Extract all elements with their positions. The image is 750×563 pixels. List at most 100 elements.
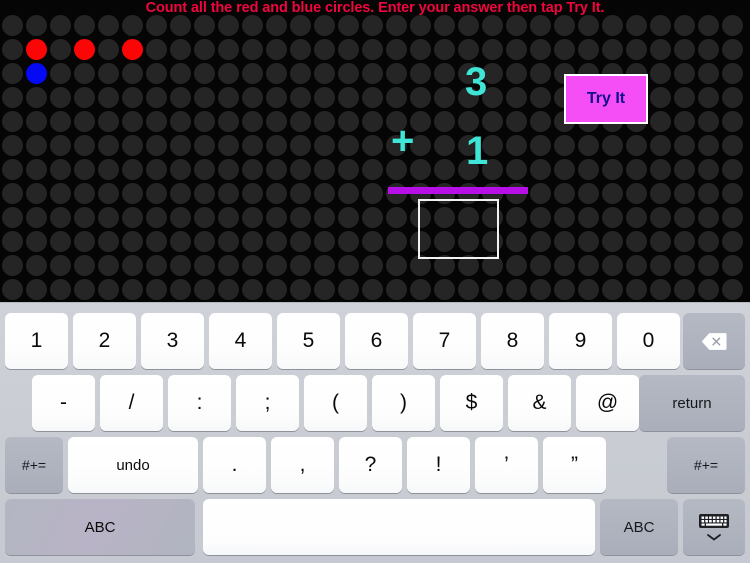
key-8[interactable]: 8 bbox=[481, 313, 544, 369]
backspace-icon bbox=[701, 332, 727, 350]
key-5[interactable]: 5 bbox=[277, 313, 340, 369]
key-ampersand[interactable]: & bbox=[508, 375, 571, 431]
key-backspace[interactable] bbox=[683, 313, 745, 369]
circle-empty bbox=[338, 135, 359, 156]
circle-empty bbox=[410, 279, 431, 300]
key-colon[interactable]: : bbox=[168, 375, 231, 431]
circle-empty bbox=[50, 183, 71, 204]
circle-empty bbox=[170, 15, 191, 36]
circle-empty bbox=[98, 231, 119, 252]
circle-empty bbox=[98, 63, 119, 84]
key-space[interactable] bbox=[203, 499, 595, 555]
circle-empty bbox=[218, 255, 239, 276]
key-0[interactable]: 0 bbox=[617, 313, 680, 369]
key-abc-left[interactable]: ABC bbox=[5, 499, 195, 555]
circle-empty bbox=[122, 207, 143, 228]
key-exclamation[interactable]: ! bbox=[407, 437, 470, 493]
circle-empty bbox=[122, 255, 143, 276]
answer-input-box[interactable] bbox=[418, 199, 499, 259]
key-dollar[interactable]: $ bbox=[440, 375, 503, 431]
circle-empty bbox=[290, 63, 311, 84]
key-return[interactable]: return bbox=[639, 375, 745, 431]
circle-empty bbox=[290, 255, 311, 276]
circle-empty bbox=[578, 183, 599, 204]
key-period[interactable]: . bbox=[203, 437, 266, 493]
circle-empty bbox=[338, 39, 359, 60]
circle-empty bbox=[170, 207, 191, 228]
key-question[interactable]: ? bbox=[339, 437, 402, 493]
circle-empty bbox=[650, 63, 671, 84]
circle-blue[interactable] bbox=[26, 63, 47, 84]
circle-empty bbox=[242, 207, 263, 228]
circle-empty bbox=[602, 15, 623, 36]
circle-empty bbox=[530, 183, 551, 204]
key-paren-open[interactable]: ( bbox=[304, 375, 367, 431]
circle-empty bbox=[98, 135, 119, 156]
key-semicolon[interactable]: ; bbox=[236, 375, 299, 431]
circle-grid[interactable] bbox=[0, 14, 750, 302]
circle-empty bbox=[242, 255, 263, 276]
circle-empty bbox=[506, 231, 527, 252]
key-paren-close[interactable]: ) bbox=[372, 375, 435, 431]
circle-empty bbox=[74, 231, 95, 252]
circle-empty bbox=[218, 183, 239, 204]
circle-empty bbox=[170, 135, 191, 156]
circle-empty bbox=[26, 159, 47, 180]
key-symbols-left[interactable]: #+= bbox=[5, 437, 63, 493]
circle-empty bbox=[698, 135, 719, 156]
circle-empty bbox=[458, 39, 479, 60]
circle-empty bbox=[722, 39, 743, 60]
circle-empty bbox=[50, 207, 71, 228]
circle-empty bbox=[722, 135, 743, 156]
circle-red[interactable] bbox=[26, 39, 47, 60]
circle-red[interactable] bbox=[74, 39, 95, 60]
circle-empty bbox=[554, 231, 575, 252]
key-1-label: 1 bbox=[30, 329, 43, 352]
circle-empty bbox=[314, 279, 335, 300]
circle-empty bbox=[314, 87, 335, 108]
circle-empty bbox=[554, 207, 575, 228]
circle-empty bbox=[506, 15, 527, 36]
circle-empty bbox=[242, 159, 263, 180]
circle-red[interactable] bbox=[122, 39, 143, 60]
key-abc-right[interactable]: ABC bbox=[600, 499, 678, 555]
key-3-label: 3 bbox=[166, 329, 179, 352]
circle-empty bbox=[26, 279, 47, 300]
circle-empty bbox=[362, 135, 383, 156]
key-7[interactable]: 7 bbox=[413, 313, 476, 369]
key-2[interactable]: 2 bbox=[73, 313, 136, 369]
circle-empty bbox=[242, 279, 263, 300]
key-2-label: 2 bbox=[98, 329, 111, 352]
key-hide-keyboard[interactable] bbox=[683, 499, 745, 555]
circle-empty bbox=[2, 231, 23, 252]
key-1[interactable]: 1 bbox=[5, 313, 68, 369]
key-symbols-right[interactable]: #+= bbox=[667, 437, 745, 493]
try-it-button[interactable]: Try It bbox=[564, 74, 648, 124]
key-question-label: ? bbox=[364, 453, 377, 476]
circle-empty bbox=[2, 159, 23, 180]
on-screen-keyboard[interactable]: 1 2 3 4 5 6 7 8 9 0 - /:; () $ & @ return #+= undo.,?! ’ ”… bbox=[0, 302, 750, 563]
key-minus[interactable]: - bbox=[32, 375, 95, 431]
circle-empty bbox=[578, 279, 599, 300]
key-9[interactable]: 9 bbox=[549, 313, 612, 369]
circle-empty bbox=[266, 39, 287, 60]
key-apostrophe[interactable]: ’ bbox=[475, 437, 538, 493]
key-comma[interactable]: , bbox=[271, 437, 334, 493]
circle-empty bbox=[146, 279, 167, 300]
circle-empty bbox=[26, 111, 47, 132]
key-quote[interactable]: ” bbox=[543, 437, 606, 493]
key-6[interactable]: 6 bbox=[345, 313, 408, 369]
circle-empty bbox=[266, 159, 287, 180]
circle-empty bbox=[74, 207, 95, 228]
key-3[interactable]: 3 bbox=[141, 313, 204, 369]
key-4[interactable]: 4 bbox=[209, 313, 272, 369]
key-6-label: 6 bbox=[370, 329, 383, 352]
circle-empty bbox=[506, 279, 527, 300]
circle-empty bbox=[170, 159, 191, 180]
circle-empty bbox=[26, 183, 47, 204]
circle-empty bbox=[314, 231, 335, 252]
key-at[interactable]: @ bbox=[576, 375, 639, 431]
key-undo[interactable]: undo bbox=[68, 437, 198, 493]
circle-empty bbox=[338, 63, 359, 84]
key-slash[interactable]: / bbox=[100, 375, 163, 431]
